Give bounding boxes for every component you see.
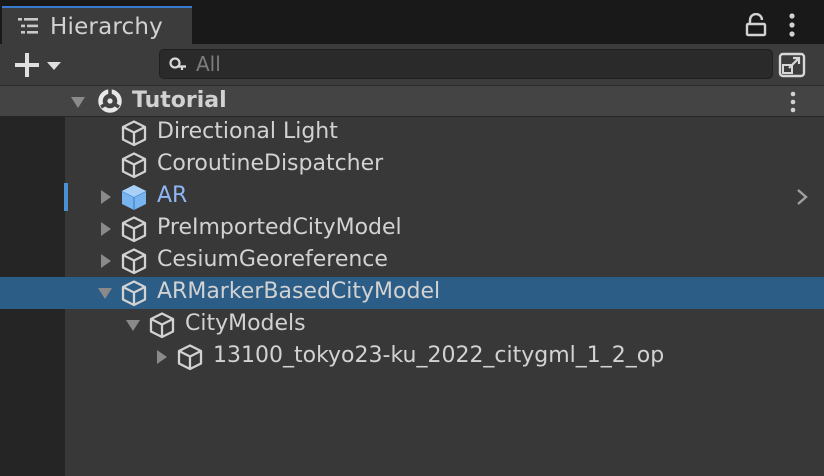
hierarchy-row[interactable]: CesiumGeoreference <box>0 245 824 277</box>
lock-icon[interactable] <box>744 13 768 37</box>
kebab-menu-icon[interactable] <box>782 12 802 38</box>
fold-collapsed-icon[interactable] <box>96 220 114 238</box>
hierarchy-list-icon <box>18 18 38 34</box>
tab-title: Hierarchy <box>50 14 163 40</box>
hierarchy-row[interactable]: 13100_tokyo23-ku_2022_citygml_1_2_op <box>0 341 824 373</box>
scene-row[interactable]: Tutorial <box>0 85 824 117</box>
row-label: ARMarkerBasedCityModel <box>157 279 441 304</box>
hierarchy-row[interactable]: CoroutineDispatcher <box>0 149 824 181</box>
fold-collapsed-icon[interactable] <box>152 348 170 366</box>
hierarchy-row[interactable]: AR <box>0 181 824 213</box>
gameobject-cube-icon <box>177 344 203 371</box>
row-label: PreImportedCityModel <box>157 215 402 240</box>
gameobject-cube-icon <box>121 216 147 243</box>
hierarchy-row[interactable]: ARMarkerBasedCityModel <box>0 277 824 309</box>
scene-menu-icon[interactable] <box>786 90 800 114</box>
fold-collapsed-icon[interactable] <box>96 252 114 270</box>
fold-expanded-icon[interactable] <box>96 284 114 302</box>
row-label: CesiumGeoreference <box>157 247 388 272</box>
fold-collapsed-icon[interactable] <box>96 188 114 206</box>
hierarchy-row[interactable]: PreImportedCityModel <box>0 213 824 245</box>
gameobject-cube-icon <box>121 280 147 307</box>
fold-expanded-icon[interactable] <box>124 316 142 334</box>
row-label: CityModels <box>185 311 306 336</box>
open-prefab-chevron-icon[interactable] <box>793 187 811 207</box>
tab-bar: Hierarchy <box>0 0 824 44</box>
row-label: Directional Light <box>157 119 338 144</box>
unity-scene-icon <box>98 89 122 113</box>
search-field[interactable] <box>159 49 773 79</box>
hierarchy-row[interactable]: Directional Light <box>0 117 824 149</box>
gameobject-cube-icon <box>121 120 147 147</box>
search-icon <box>169 57 186 70</box>
hierarchy-toolbar <box>0 44 824 85</box>
prefab-cube-icon <box>121 185 147 210</box>
popout-icon[interactable] <box>777 51 807 79</box>
fold-expanded-icon[interactable] <box>69 93 87 111</box>
row-label: 13100_tokyo23-ku_2022_citygml_1_2_op <box>213 343 665 368</box>
row-label: CoroutineDispatcher <box>157 151 384 176</box>
search-input[interactable] <box>196 52 756 76</box>
gameobject-cube-icon <box>121 152 147 179</box>
gameobject-cube-icon <box>121 248 147 275</box>
scene-name: Tutorial <box>132 88 227 113</box>
gameobject-cube-icon <box>149 312 175 339</box>
tab-hierarchy[interactable]: Hierarchy <box>2 6 192 44</box>
plus-dropdown-icon[interactable] <box>12 50 68 80</box>
hierarchy-row[interactable]: CityModels <box>0 309 824 341</box>
prefab-override-marker <box>64 183 68 211</box>
row-label: AR <box>157 183 188 208</box>
